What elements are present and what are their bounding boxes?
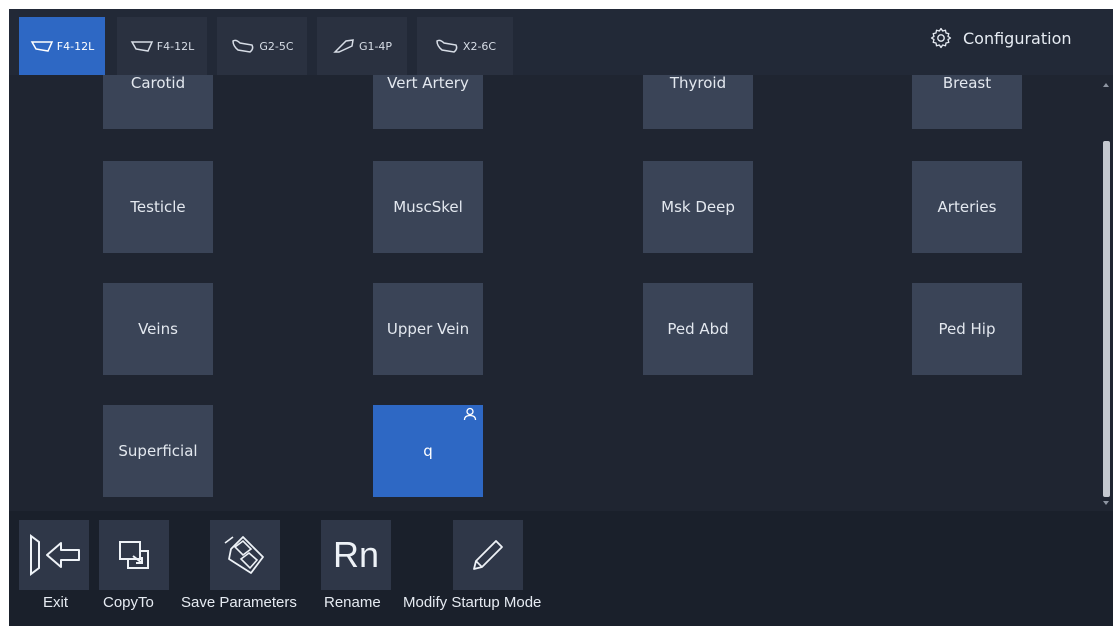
linear-probe-icon [130, 41, 153, 52]
convex-probe-icon [232, 39, 254, 53]
exam-tile[interactable]: Ped Hip [912, 283, 1022, 375]
linear-probe-icon [30, 41, 53, 52]
phased-probe-icon [333, 39, 354, 53]
exam-label: Veins [138, 320, 178, 338]
user-icon [463, 407, 477, 421]
exam-label: Arteries [937, 198, 997, 216]
scroll-up-icon[interactable] [1103, 83, 1109, 87]
exam-label: Thyroid [669, 75, 727, 92]
convex-probe-icon [436, 39, 458, 53]
exam-label: Superficial [118, 442, 198, 460]
exit-button[interactable] [19, 520, 89, 590]
tab-label: F4-12L [56, 39, 95, 53]
exam-label: MuscSkel [393, 198, 463, 216]
vertical-scrollbar[interactable] [1099, 75, 1113, 511]
exam-label: q [423, 442, 433, 460]
app-window: F4-12L F4-12L G2-5C G1-4P X2-6C Configur… [9, 9, 1113, 626]
exam-tile[interactable]: MuscSkel [373, 161, 483, 253]
scroll-thumb[interactable] [1103, 141, 1110, 497]
exam-label: Vert Artery [387, 75, 469, 92]
exam-tile[interactable]: Msk Deep [643, 161, 753, 253]
exam-tile[interactable]: Ped Abd [643, 283, 753, 375]
tab-label: X2-6C [462, 39, 497, 53]
exam-tile[interactable]: Testicle [103, 161, 213, 253]
exam-tile[interactable]: Upper Vein [373, 283, 483, 375]
tab-probe-1[interactable]: F4-12L [19, 17, 105, 75]
exam-tile[interactable]: Arteries [912, 161, 1022, 253]
copyto-button[interactable] [99, 520, 169, 590]
exam-tile[interactable]: Thyroid [643, 75, 753, 129]
modify-startup-mode-label: Modify Startup Mode [403, 594, 542, 611]
exam-tile[interactable]: Vert Artery [373, 75, 483, 129]
tab-label: G1-4P [358, 39, 393, 53]
exam-label: Breast [942, 75, 992, 92]
exit-label: Exit [43, 594, 69, 611]
exam-tile-selected[interactable]: q [373, 405, 483, 497]
tab-probe-3[interactable]: G2-5C [217, 17, 307, 75]
save-parameters-label: Save Parameters [181, 594, 297, 611]
scroll-down-icon[interactable] [1103, 501, 1109, 505]
gear-icon [930, 27, 952, 49]
probe-tab-bar: F4-12L F4-12L G2-5C G1-4P X2-6C Configur… [9, 9, 1113, 75]
exam-label: Testicle [130, 198, 186, 216]
exam-label: Ped Abd [667, 320, 729, 338]
configuration-label: Configuration [963, 28, 1072, 48]
tab-probe-2[interactable]: F4-12L [117, 17, 207, 75]
tab-probe-5[interactable]: X2-6C [417, 17, 513, 75]
exam-label: Upper Vein [386, 320, 470, 338]
exam-grid: Carotid Vert Artery Thyroid Breast Testi… [9, 75, 1099, 511]
rename-label: Rename [324, 594, 381, 611]
pencil-icon [473, 540, 503, 570]
copy-icon [119, 541, 149, 569]
rename-button[interactable]: Rn [321, 520, 391, 590]
exam-label: Carotid [130, 75, 186, 92]
exam-tile[interactable]: Carotid [103, 75, 213, 129]
exam-label: Ped Hip [938, 320, 996, 338]
configuration-button[interactable]: Configuration [929, 23, 1072, 53]
exam-tile[interactable]: Veins [103, 283, 213, 375]
bottom-toolbar: Rn Exit CopyTo Save Parameters Rename Mo… [9, 511, 1113, 626]
copyto-label: CopyTo [103, 594, 154, 611]
save-icon [224, 536, 264, 574]
exam-tile[interactable]: Breast [912, 75, 1022, 129]
tab-label: F4-12L [156, 39, 195, 53]
exam-label: Msk Deep [661, 198, 735, 216]
exit-icon [30, 534, 80, 576]
exam-tile[interactable]: Superficial [103, 405, 213, 497]
tab-label: G2-5C [259, 39, 294, 53]
rename-icon-text: Rn [332, 534, 380, 575]
save-parameters-button[interactable] [210, 520, 280, 590]
modify-startup-mode-button[interactable] [453, 520, 523, 590]
tab-probe-4[interactable]: G1-4P [317, 17, 407, 75]
